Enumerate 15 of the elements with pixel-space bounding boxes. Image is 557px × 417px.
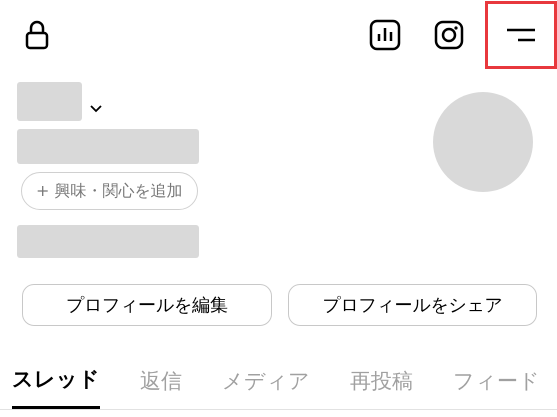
tab[interactable]: フィード [453,364,540,408]
tab[interactable]: 返信 [140,364,182,408]
camera-icon [434,20,464,50]
menu-icon [506,28,536,42]
chart-icon [369,19,401,51]
caret-icon[interactable] [90,105,102,113]
lock-icon [25,20,49,50]
add-interest-button[interactable]: + 興味・関心を追加 [21,172,198,210]
tab[interactable]: スレッド [12,364,100,408]
profile-button[interactable]: プロフィールをシェア [288,284,537,326]
menu-button[interactable] [485,1,557,69]
redacted-name [17,82,82,121]
profile-button[interactable]: プロフィールを編集 [22,284,272,326]
tab[interactable]: 再投稿 [350,364,413,408]
tab[interactable]: メディア [222,364,310,408]
